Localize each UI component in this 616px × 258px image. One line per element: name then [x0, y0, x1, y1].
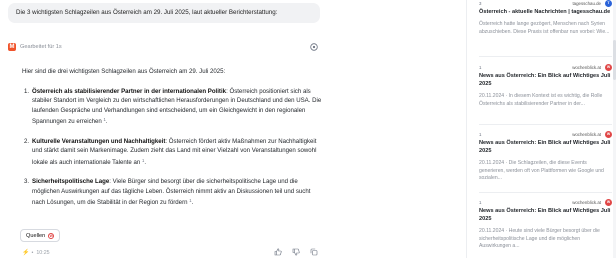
source-favicon-icon: W [605, 63, 612, 71]
user-query: Die 3 wichtigsten Schlagzeilen aus Öster… [8, 3, 320, 23]
source-domain: wochenblick.at [572, 199, 601, 205]
item-body: Österreich als stabilisierender Partner … [32, 87, 322, 126]
item-title: Österreich als stabilisierender Partner … [32, 87, 227, 95]
answer-intro: Hier sind die drei wichtigsten Schlagzei… [22, 68, 226, 75]
source-card[interactable]: 1 wochenblick.at W News aus Österreich: … [479, 198, 612, 251]
source-snippet: 20.11.2024 · Heute sind viele Bürger bes… [479, 228, 600, 250]
card-divider [479, 124, 612, 125]
source-index: 1 [479, 199, 482, 205]
list-item: 3. Sicherheitspolitische Lage: Viele Bür… [22, 177, 322, 208]
source-card[interactable]: 1 wochenblick.at W News aus Österreich: … [479, 63, 612, 108]
assistant-logo: M [8, 43, 16, 51]
source-title: News aus Österreich: Ein Blick auf Wicht… [479, 73, 611, 87]
source-index: 1 [479, 131, 482, 137]
card-divider [479, 192, 612, 193]
sources-button[interactable]: Quellen W [20, 229, 61, 242]
source-index: 3 [479, 0, 482, 6]
source-domain: wochenblick.at [572, 64, 601, 70]
source-card-meta: 3 tagesschau.de T [479, 0, 612, 7]
source-snippet: Österreich hatte lange gezögert, Mensche… [479, 21, 610, 35]
citation-ref[interactable]: 1 [142, 158, 144, 163]
bolt-icon: ⚡ [22, 250, 30, 256]
thumbs-down-icon[interactable] [292, 248, 300, 256]
answer-status: Gearbeitet für 1s [20, 44, 62, 50]
source-card-meta: 1 wochenblick.at W [479, 63, 612, 71]
item-number: 1. [24, 87, 30, 95]
item-number: 2. [24, 137, 30, 145]
source-favicon-icon: W [605, 198, 612, 206]
source-card-meta: 1 wochenblick.at W [479, 130, 612, 138]
answer-body: Hier sind die drei wichtigsten Schlagzei… [22, 67, 322, 218]
citation-ref[interactable]: 1 [189, 198, 191, 203]
source-card[interactable]: 1 wochenblick.at W News aus Österreich: … [479, 130, 612, 183]
source-title: Österreich - aktuelle Nachrichten | tage… [479, 9, 611, 15]
source-title: News aus Österreich: Ein Blick auf Wicht… [479, 208, 611, 222]
source-favicon-icon: T [605, 0, 612, 7]
chat-main: Die 3 wichtigsten Schlagzeilen aus Öster… [0, 0, 466, 258]
card-divider [479, 56, 612, 57]
answer-header: M Gearbeitet für 1s [8, 42, 62, 52]
source-card-meta: 1 wochenblick.at W [479, 198, 612, 206]
sources-sidebar: 3 tagesschau.de T Österreich - aktuelle … [467, 0, 616, 258]
source-title: News aus Österreich: Ein Blick auf Wicht… [479, 140, 611, 154]
item-number: 3. [24, 178, 30, 185]
item-body: Kulturelle Veranstaltungen und Nachhalti… [32, 137, 317, 166]
item-title: Kulturelle Veranstaltungen und Nachhalti… [32, 137, 166, 145]
source-snippet: 20.11.2024 · Die Schlagzeilen, die diese… [479, 160, 604, 182]
share-icon[interactable] [309, 42, 319, 52]
source-snippet: 20.11.2024 · In diesem Kontext ist es wi… [479, 93, 603, 107]
source-favicon-icon: W [605, 130, 612, 138]
citation-ref[interactable]: 1 [104, 117, 106, 122]
thumbs-up-icon[interactable] [274, 248, 282, 256]
source-favicon-icon: W [48, 232, 55, 239]
list-item: 2. Kulturelle Veranstaltungen und Nachha… [22, 137, 322, 168]
source-index: 1 [479, 64, 482, 70]
item-body: Sicherheitspolitische Lage: Viele Bürger… [32, 178, 311, 206]
item-title: Sicherheitspolitische Lage [32, 178, 110, 185]
answer-time: 10:25 [36, 249, 50, 256]
answer-footer: ⚡ • 10:25 [22, 248, 322, 257]
copy-icon[interactable] [310, 248, 318, 256]
source-domain: tagesschau.de [572, 0, 601, 6]
answer-actions [274, 248, 318, 256]
source-card[interactable]: 3 tagesschau.de T Österreich - aktuelle … [479, 0, 612, 36]
source-domain: wochenblick.at [572, 131, 601, 137]
sources-button-label: Quellen [26, 232, 46, 239]
footer-dot: • [31, 249, 34, 256]
list-item: 1. Österreich als stabilisierender Partn… [22, 87, 322, 127]
